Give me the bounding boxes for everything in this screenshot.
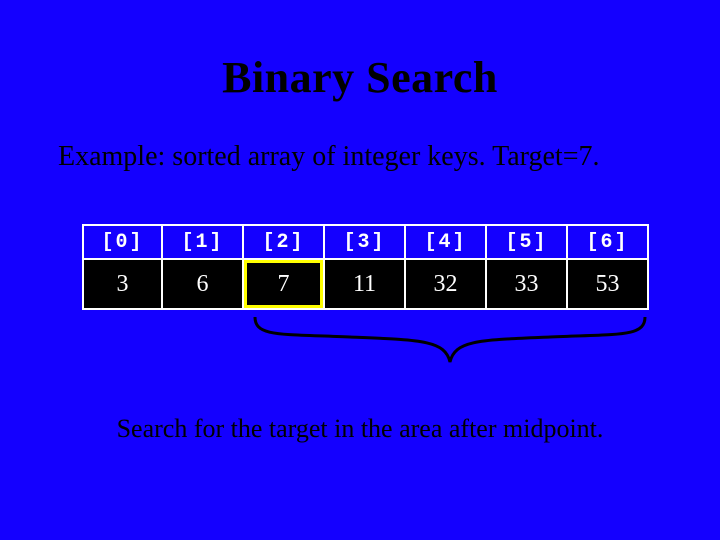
array-index-cell: [1]	[163, 224, 244, 260]
array-column: [0]3	[82, 224, 163, 310]
array-value-cell: 11	[325, 260, 406, 310]
array-column: [6]53	[568, 224, 649, 310]
array-index-cell: [2]	[244, 224, 325, 260]
array-diagram: [0]3[1]6[2]7[3]11[4]32[5]33[6]53	[82, 224, 652, 310]
array-value-cell: 53	[568, 260, 649, 310]
array-index-cell: [6]	[568, 224, 649, 260]
page-title: Binary Search	[0, 0, 720, 103]
array-column: [5]33	[487, 224, 568, 310]
array-index-cell: [3]	[325, 224, 406, 260]
subtitle-text: Example: sorted array of integer keys. T…	[0, 103, 720, 173]
array-index-cell: [5]	[487, 224, 568, 260]
array-value-cell: 7	[244, 260, 325, 310]
array-column: [3]11	[325, 224, 406, 310]
array-index-cell: [4]	[406, 224, 487, 260]
caption-text: Search for the target in the area after …	[0, 414, 720, 444]
array-column: [4]32	[406, 224, 487, 310]
array-index-cell: [0]	[82, 224, 163, 260]
array-value-cell: 3	[82, 260, 163, 310]
brace-icon	[250, 312, 650, 372]
array-column: [1]6	[163, 224, 244, 310]
array-column: [2]7	[244, 224, 325, 310]
array-value-cell: 32	[406, 260, 487, 310]
array-value-cell: 33	[487, 260, 568, 310]
array-value-cell: 6	[163, 260, 244, 310]
